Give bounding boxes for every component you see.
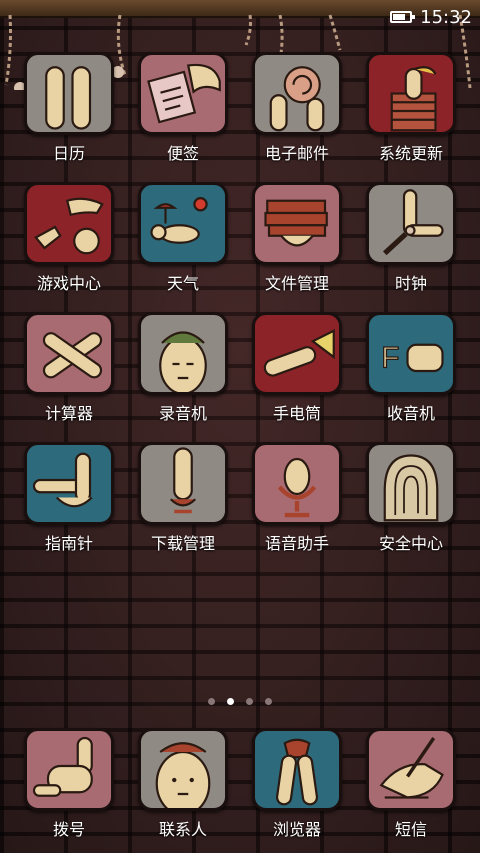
memo-note-icon[interactable] bbox=[138, 52, 228, 135]
page-dot[interactable] bbox=[227, 698, 234, 705]
app-snail-mail[interactable]: 电子邮件 bbox=[240, 52, 354, 164]
app-label: 浏览器 bbox=[272, 820, 321, 839]
app-memo-note[interactable]: 便签 bbox=[126, 52, 240, 164]
message-pen-icon[interactable] bbox=[366, 728, 456, 811]
app-label: 手电筒 bbox=[272, 404, 321, 423]
app-rock-paper-scissors[interactable]: 游戏中心 bbox=[12, 182, 126, 294]
app-clock-finger[interactable]: 时钟 bbox=[354, 182, 468, 294]
app-crossed-fingers[interactable]: 计算器 bbox=[12, 312, 126, 424]
app-contacts-face[interactable]: 联系人 bbox=[126, 728, 240, 840]
app-label: 收音机 bbox=[386, 404, 435, 423]
rock-paper-scissors-icon[interactable] bbox=[24, 182, 114, 265]
app-label: 系统更新 bbox=[378, 144, 443, 163]
app-label: 电子邮件 bbox=[264, 144, 329, 163]
crossed-fingers-icon[interactable] bbox=[24, 312, 114, 395]
recorder-face-icon[interactable] bbox=[138, 312, 228, 395]
app-fingerprint[interactable]: 安全中心 bbox=[354, 442, 468, 554]
app-label: 游戏中心 bbox=[36, 274, 101, 293]
app-flashlight[interactable]: 手电筒 bbox=[240, 312, 354, 424]
clock-time: 15:32 bbox=[420, 6, 472, 28]
dock: 拨号 联系人 浏览器 短信 bbox=[0, 728, 480, 840]
app-brick-update[interactable]: 系统更新 bbox=[354, 52, 468, 164]
file-stack-icon[interactable] bbox=[252, 182, 342, 265]
browser-legs-icon[interactable] bbox=[252, 728, 342, 811]
app-label: 短信 bbox=[394, 820, 427, 839]
contacts-face-icon[interactable] bbox=[138, 728, 228, 811]
app-download-finger[interactable]: 下载管理 bbox=[126, 442, 240, 554]
app-weather-sun[interactable]: 天气 bbox=[126, 182, 240, 294]
app-radio-fm[interactable]: F 收音机 bbox=[354, 312, 468, 424]
weather-sun-icon[interactable] bbox=[138, 182, 228, 265]
app-browser-legs[interactable]: 浏览器 bbox=[240, 728, 354, 840]
app-label: 文件管理 bbox=[264, 274, 329, 293]
app-message-pen[interactable]: 短信 bbox=[354, 728, 468, 840]
app-label: 录音机 bbox=[158, 404, 207, 423]
page-dot[interactable] bbox=[265, 698, 272, 705]
app-label: 指南针 bbox=[44, 534, 93, 553]
phone-hand-icon[interactable] bbox=[24, 728, 114, 811]
calendar-fingers-icon[interactable] bbox=[24, 52, 114, 135]
app-label: 拨号 bbox=[52, 820, 85, 839]
microphone-icon[interactable] bbox=[252, 442, 342, 525]
app-label: 下载管理 bbox=[150, 534, 215, 553]
app-label: 天气 bbox=[166, 274, 199, 293]
app-grid: 日历 便签 电子邮件 系统更新游戏中心 天气 文件管理 时钟计算器 录音机 手电筒 F 收音机指南针… bbox=[0, 52, 480, 554]
svg-text:F: F bbox=[381, 342, 399, 375]
page-indicator bbox=[0, 698, 480, 705]
page-dot[interactable] bbox=[208, 698, 215, 705]
app-compass-hand[interactable]: 指南针 bbox=[12, 442, 126, 554]
page-dot[interactable] bbox=[246, 698, 253, 705]
app-label: 时钟 bbox=[394, 274, 427, 293]
battery-icon bbox=[390, 11, 416, 23]
fingerprint-icon[interactable] bbox=[366, 442, 456, 525]
app-phone-hand[interactable]: 拨号 bbox=[12, 728, 126, 840]
radio-fm-icon[interactable]: F bbox=[366, 312, 456, 395]
app-label: 便签 bbox=[166, 144, 199, 163]
flashlight-icon[interactable] bbox=[252, 312, 342, 395]
snail-mail-icon[interactable] bbox=[252, 52, 342, 135]
app-label: 计算器 bbox=[44, 404, 93, 423]
app-recorder-face[interactable]: 录音机 bbox=[126, 312, 240, 424]
app-label: 安全中心 bbox=[378, 534, 443, 553]
brick-update-icon[interactable] bbox=[366, 52, 456, 135]
app-microphone[interactable]: 语音助手 bbox=[240, 442, 354, 554]
clock-finger-icon[interactable] bbox=[366, 182, 456, 265]
app-label: 语音助手 bbox=[264, 534, 329, 553]
app-calendar-fingers[interactable]: 日历 bbox=[12, 52, 126, 164]
compass-hand-icon[interactable] bbox=[24, 442, 114, 525]
status-bar: 15:32 bbox=[280, 0, 480, 34]
app-file-stack[interactable]: 文件管理 bbox=[240, 182, 354, 294]
app-label: 日历 bbox=[52, 144, 85, 163]
app-label: 联系人 bbox=[158, 820, 207, 839]
download-finger-icon[interactable] bbox=[138, 442, 228, 525]
